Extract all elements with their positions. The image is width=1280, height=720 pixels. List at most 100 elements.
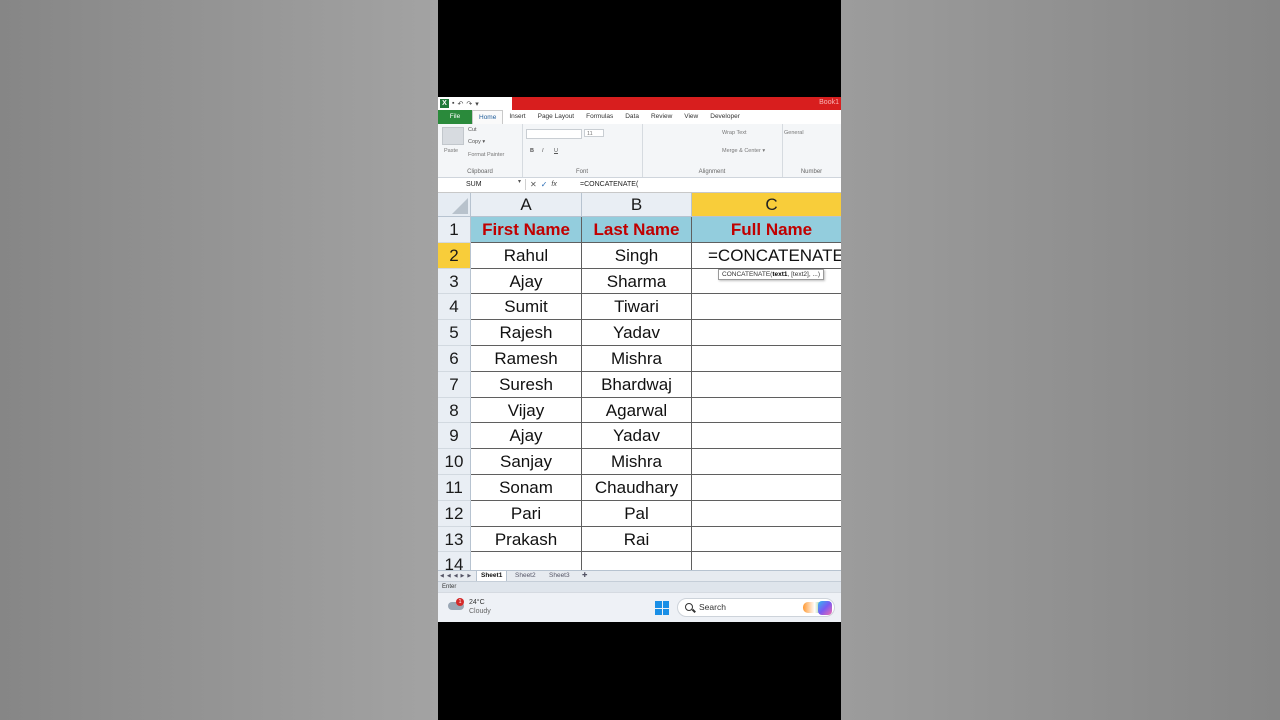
copilot-icon[interactable] [818, 601, 832, 615]
empty-cell[interactable] [471, 552, 582, 570]
cell-first-name[interactable]: Prakash [471, 526, 582, 553]
cell-last-name[interactable]: Rai [582, 526, 692, 553]
tab-page-layout[interactable]: Page Layout [532, 110, 581, 124]
sheet-tab-sheet3[interactable]: Sheet3 [545, 571, 574, 581]
cell-first-name[interactable]: Sanjay [471, 449, 582, 475]
column-header-a[interactable]: A [471, 193, 582, 217]
active-cell-c2[interactable]: =CONCATENATE( [692, 243, 841, 269]
column-header-b[interactable]: B [582, 193, 692, 217]
cell-full-name[interactable] [692, 372, 841, 398]
cell-full-name[interactable] [692, 449, 841, 475]
cell-first-name[interactable]: Rahul [471, 242, 582, 269]
cell-full-name[interactable] [692, 475, 841, 501]
cell-last-name[interactable]: Bhardwaj [582, 371, 692, 398]
empty-cell[interactable] [582, 552, 692, 570]
cancel-icon[interactable]: ✕ [530, 178, 537, 192]
header-cell-col-c[interactable]: Full Name [692, 217, 841, 243]
row-header-12[interactable]: 12 [438, 500, 471, 527]
sheet-tab-sheet1[interactable]: Sheet1 [476, 571, 508, 581]
windows-start-icon[interactable] [655, 601, 669, 615]
customize-qat-icon[interactable]: ▾ [475, 100, 479, 108]
cell-last-name[interactable]: Sharma [582, 268, 692, 295]
cell-last-name[interactable]: Yadav [582, 423, 692, 450]
cell-last-name[interactable]: Chaudhary [582, 475, 692, 501]
cell-last-name[interactable]: Yadav [582, 320, 692, 346]
row-header-4[interactable]: 4 [438, 294, 471, 321]
tab-home[interactable]: Home [472, 109, 504, 125]
row-header-10[interactable]: 10 [438, 449, 471, 475]
insert-function-icon[interactable]: fx [551, 178, 556, 192]
cell-first-name[interactable]: Pari [471, 500, 582, 527]
empty-cell[interactable] [692, 552, 841, 570]
undo-icon[interactable]: ↶ [457, 100, 463, 108]
tab-view[interactable]: View [678, 110, 704, 124]
header-cell-col-b[interactable]: Last Name [582, 217, 692, 243]
worksheet-grid[interactable]: A B C 1 2 3 4 5 6 7 8 9 10 11 12 13 14 First Name Last Nam… [438, 193, 841, 570]
column-header-c[interactable]: C [692, 193, 841, 217]
insert-sheet-icon[interactable]: ✚ [578, 571, 591, 581]
tab-formulas[interactable]: Formulas [580, 110, 619, 124]
cell-first-name[interactable]: Sonam [471, 475, 582, 501]
redo-icon[interactable]: ↷ [466, 100, 472, 108]
underline-button[interactable]: U [554, 148, 558, 154]
copy-button[interactable]: Copy ▾ [468, 139, 485, 145]
row-header-13[interactable]: 13 [438, 526, 471, 553]
tab-data[interactable]: Data [619, 110, 645, 124]
cell-full-name[interactable] [692, 294, 841, 321]
cell-first-name[interactable]: Sumit [471, 294, 582, 321]
cell-last-name[interactable]: Agarwal [582, 397, 692, 424]
name-box[interactable]: SUM [438, 179, 526, 190]
font-size-select[interactable]: 11 [584, 129, 604, 137]
tab-review[interactable]: Review [645, 110, 678, 124]
tab-insert[interactable]: Insert [503, 110, 531, 124]
clipboard-group: Paste Cut Copy ▾ Format Painter Clipboar… [438, 124, 523, 177]
row-header-3[interactable]: 3 [438, 268, 471, 295]
header-cell-col-a[interactable]: First Name [471, 217, 582, 243]
row-header-5[interactable]: 5 [438, 320, 471, 346]
font-name-select[interactable] [526, 129, 582, 139]
row-header-6[interactable]: 6 [438, 346, 471, 372]
cell-first-name[interactable]: Ajay [471, 423, 582, 450]
cell-full-name[interactable] [692, 320, 841, 346]
enter-check-icon[interactable]: ✓ [541, 178, 548, 192]
cell-full-name[interactable] [692, 346, 841, 372]
cell-full-name[interactable] [692, 501, 841, 527]
formula-input[interactable]: =CONCATENATE( [580, 178, 638, 192]
tab-developer[interactable]: Developer [704, 110, 746, 124]
cell-last-name[interactable]: Tiwari [582, 294, 692, 321]
row-header-1[interactable]: 1 [438, 217, 471, 243]
bold-button[interactable]: B [530, 148, 534, 154]
cell-last-name[interactable]: Pal [582, 500, 692, 527]
tooltip-arg1[interactable]: text1 [772, 271, 787, 278]
cell-last-name[interactable]: Mishra [582, 346, 692, 372]
select-all-corner[interactable] [438, 193, 471, 217]
cell-first-name[interactable]: Rajesh [471, 320, 582, 346]
name-box-dropdown-icon[interactable]: ▾ [518, 178, 521, 185]
merge-center-button[interactable]: Merge & Center ▾ [722, 148, 765, 154]
row-header-14[interactable]: 14 [438, 552, 471, 570]
number-format-select[interactable]: General [784, 130, 804, 136]
cell-full-name[interactable] [692, 398, 841, 424]
cell-first-name[interactable]: Ramesh [471, 346, 582, 372]
cell-full-name[interactable] [692, 423, 841, 450]
row-header-11[interactable]: 11 [438, 475, 471, 501]
row-header-9[interactable]: 9 [438, 423, 471, 450]
save-icon[interactable]: ▪ [452, 100, 454, 107]
cell-last-name[interactable]: Mishra [582, 449, 692, 475]
italic-button[interactable]: I [542, 148, 544, 154]
row-header-8[interactable]: 8 [438, 397, 471, 424]
cell-first-name[interactable]: Vijay [471, 397, 582, 424]
cell-full-name[interactable] [692, 527, 841, 553]
cell-first-name[interactable]: Suresh [471, 371, 582, 398]
row-header-2[interactable]: 2 [438, 242, 471, 269]
taskbar-search[interactable]: Search [677, 598, 835, 617]
cell-last-name[interactable]: Singh [582, 242, 692, 269]
paste-button[interactable] [442, 127, 464, 145]
cell-first-name[interactable]: Ajay [471, 268, 582, 295]
row-header-7[interactable]: 7 [438, 371, 471, 398]
wrap-text-button[interactable]: Wrap Text [722, 130, 747, 136]
format-painter-button[interactable]: Format Painter [468, 152, 504, 158]
sheet-tab-sheet2[interactable]: Sheet2 [511, 571, 540, 581]
cut-button[interactable]: Cut [468, 127, 477, 133]
tab-file[interactable]: File [438, 110, 472, 124]
